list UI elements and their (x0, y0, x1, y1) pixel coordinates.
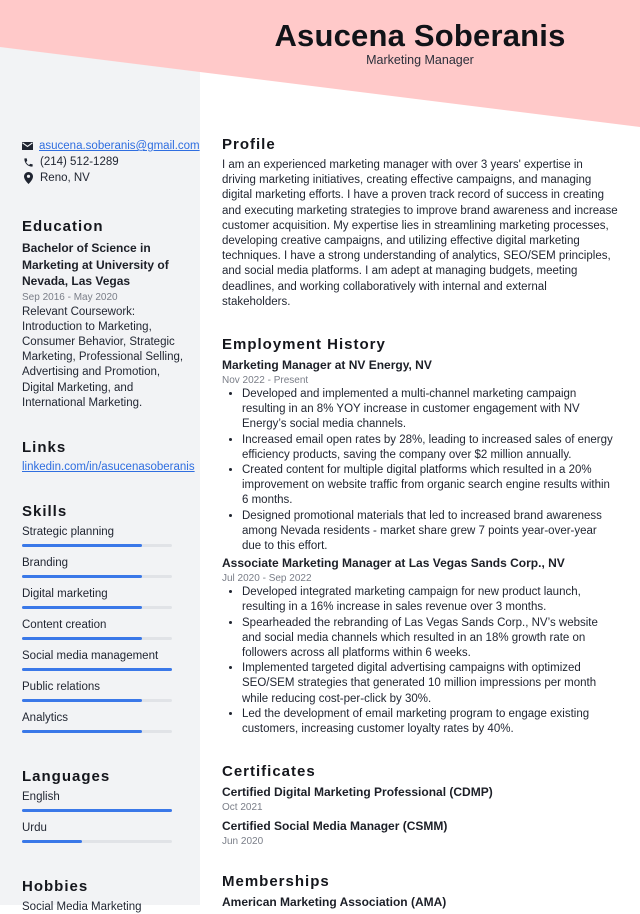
job-bullet: Increased email open rates by 28%, leadi… (242, 433, 618, 463)
membership-item: American Marketing Association (AMA) (222, 895, 447, 910)
skill-bar-fill (22, 574, 142, 578)
contact-location: Reno, NV (22, 170, 187, 186)
skill-bar-track (22, 605, 172, 609)
skill-item: Strategic planning (22, 525, 187, 547)
skill-bar-fill (22, 667, 172, 671)
skill-label: Analytics (22, 711, 69, 724)
location-text: Reno, NV (40, 172, 90, 184)
skill-bar-track (22, 636, 172, 640)
education-description: Relevant Coursework: Introduction to Mar… (22, 305, 184, 409)
skill-item: Content creation (22, 618, 187, 640)
candidate-title: Marketing Manager (366, 53, 474, 67)
skill-label: Content creation (22, 618, 107, 631)
skill-bar-fill (22, 698, 142, 702)
certificate-title: Certified Digital Marketing Professional… (222, 785, 493, 800)
certificate-item: Certified Social Media Manager (CSMM) Ju… (222, 819, 618, 847)
language-bar-track (22, 808, 172, 812)
hobby-item: Social Media Marketing (22, 900, 142, 913)
skill-bar-track (22, 574, 172, 578)
language-bar-fill (22, 808, 172, 812)
certificate-date: Oct 2021 (222, 802, 263, 814)
contact-email: asucena.soberanis@gmail.com (22, 138, 200, 154)
sidebar: asucena.soberanis@gmail.com (214) 512-12… (22, 138, 200, 914)
skill-bar-fill (22, 543, 142, 547)
skill-label: Public relations (22, 680, 100, 693)
skill-label: Branding (22, 556, 69, 569)
skill-label: Social media management (22, 649, 159, 662)
certificate-date: Jun 2020 (222, 836, 264, 848)
language-item: English (22, 790, 187, 812)
profile-text: I am an experienced marketing manager wi… (222, 159, 618, 308)
language-bar-track (22, 839, 172, 843)
job-title: Marketing Manager at NV Energy, NV (222, 358, 432, 373)
profile-heading: Profile (222, 136, 276, 153)
skill-item: Public relations (22, 680, 187, 702)
candidate-name: Asucena Soberanis (274, 18, 566, 53)
job-bullet: Spearheaded the rebranding of Las Vegas … (242, 616, 618, 662)
skill-item: Social media management (22, 649, 187, 671)
job-bullet: Led the development of email marketing p… (242, 707, 618, 737)
certificates-heading: Certificates (222, 763, 316, 781)
skill-label: Digital marketing (22, 587, 108, 600)
skill-bar-fill (22, 636, 142, 640)
phone-icon (22, 156, 34, 168)
skill-bar-track (22, 667, 172, 671)
job-bullet: Created content for multiple digital pla… (242, 463, 618, 509)
links-heading: Links (22, 438, 67, 456)
job-title: Associate Marketing Manager at Las Vegas… (222, 556, 565, 571)
skill-bar-fill (22, 605, 142, 609)
certificate-title: Certified Social Media Manager (CSMM) (222, 819, 448, 834)
skill-item: Digital marketing (22, 587, 187, 609)
languages-heading: Languages (22, 767, 111, 785)
memberships-heading: Memberships (222, 873, 330, 891)
job-entry: Marketing Manager at NV Energy, NV Nov 2… (222, 358, 618, 554)
skill-bar-fill (22, 729, 142, 733)
envelope-icon (22, 140, 33, 152)
education-heading: Education (22, 218, 104, 235)
skill-bar-track (22, 543, 172, 547)
education-degree: Bachelor of Science in Marketing at Univ… (22, 241, 169, 288)
skill-bar-track (22, 698, 172, 702)
language-label: Urdu (22, 821, 47, 834)
job-bullet: Implemented targeted digital advertising… (242, 661, 618, 707)
language-item: Urdu (22, 821, 187, 843)
language-bar-fill (22, 839, 82, 843)
job-bullet: Developed and implemented a multi-channe… (242, 387, 618, 433)
map-pin-icon (22, 172, 34, 184)
language-label: English (22, 790, 60, 803)
skill-label: Strategic planning (22, 525, 115, 538)
education-dates: Sep 2016 - May 2020 (22, 291, 118, 303)
skills-heading: Skills (22, 502, 68, 520)
email-link[interactable]: asucena.soberanis@gmail.com (39, 140, 200, 152)
job-bullets: Developed integrated marketing campaign … (222, 585, 618, 737)
skills-list: Strategic planning Branding Digital mark… (22, 525, 187, 733)
job-entry: Associate Marketing Manager at Las Vegas… (222, 556, 618, 737)
job-bullets: Developed and implemented a multi-channe… (222, 387, 618, 554)
contact-phone: (214) 512-1289 (22, 154, 187, 170)
linkedin-link[interactable]: linkedin.com/in/asucenasoberanis (22, 461, 195, 473)
skill-item: Branding (22, 556, 187, 578)
skill-bar-track (22, 729, 172, 733)
job-bullet: Developed integrated marketing campaign … (242, 585, 618, 615)
job-dates: Nov 2022 - Present (222, 375, 309, 387)
job-bullet: Designed promotional materials that led … (242, 509, 618, 555)
main-content: Profile I am an experienced marketing ma… (222, 136, 618, 910)
employment-heading: Employment History (222, 336, 386, 354)
certificate-item: Certified Digital Marketing Professional… (222, 785, 618, 813)
phone-number: (214) 512-1289 (40, 156, 119, 168)
hobbies-heading: Hobbies (22, 877, 89, 895)
skill-item: Analytics (22, 711, 187, 733)
job-dates: Jul 2020 - Sep 2022 (222, 573, 312, 585)
